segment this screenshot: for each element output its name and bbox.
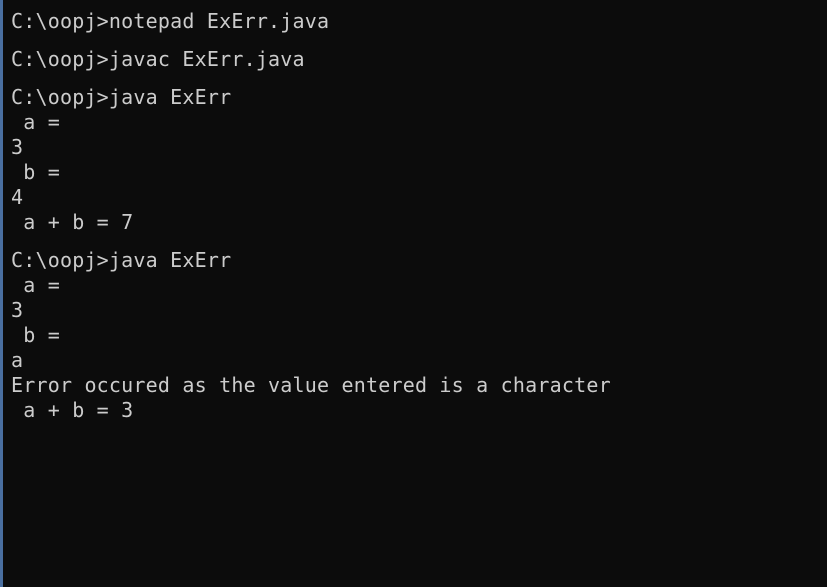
console-line-prompt-javac: C:\oopj>javac ExErr.java — [11, 47, 305, 71]
console-line-output: a = — [11, 273, 60, 297]
console-line-output: b = — [11, 160, 60, 184]
window-border — [0, 0, 3, 587]
console-line-error-message: Error occured as the value entered is a … — [11, 373, 611, 397]
console-line-input: 4 — [11, 185, 24, 209]
console-line-prompt-java-run2: C:\oopj>java ExErr — [11, 248, 232, 272]
console-line-output: a = — [11, 110, 60, 134]
console-line-output: a + b = 7 — [11, 210, 134, 234]
console-line-prompt-notepad: C:\oopj>notepad ExErr.java — [11, 9, 330, 33]
console-line-output: b = — [11, 323, 60, 347]
console-line-prompt-java-run1: C:\oopj>java ExErr — [11, 85, 232, 109]
console-window[interactable]: C:\oopj>notepad ExErr.java C:\oopj>javac… — [0, 0, 827, 587]
console-line-input: 3 — [11, 298, 24, 322]
console-output: C:\oopj>notepad ExErr.java C:\oopj>javac… — [11, 9, 611, 423]
console-line-output: a + b = 3 — [11, 398, 134, 422]
console-line-input: a — [11, 348, 24, 372]
console-line-input: 3 — [11, 135, 24, 159]
